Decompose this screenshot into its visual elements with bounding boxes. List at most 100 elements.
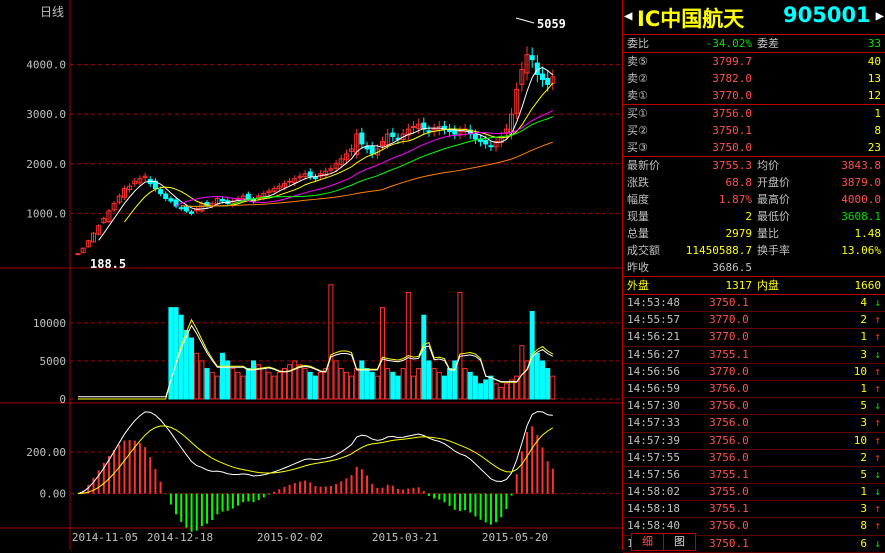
stat-value: 2979 — [725, 227, 753, 240]
ask-label: 卖① — [627, 89, 648, 102]
date-tick: 2014-12-18 — [147, 531, 213, 544]
waipan-row: 外盘 1317 内盘 1660 — [623, 277, 885, 295]
volume-bar — [540, 360, 546, 400]
volume-bar — [472, 375, 478, 400]
volume-bar — [503, 383, 509, 400]
volume-bar — [204, 368, 210, 400]
volume-bar — [235, 371, 241, 400]
ask-book: 卖⑤ 3799.7 40 卖② 3782.0 13 卖① 3770.0 12 — [623, 53, 885, 105]
volume-bar — [173, 307, 179, 400]
stat-label: 最新价 — [627, 159, 660, 172]
stat-value: 1.48 — [854, 227, 882, 240]
tick-time: 14:57:39 — [627, 433, 680, 447]
stat-row: 现量 2 最低价 3608.1 — [623, 208, 885, 225]
down-arrow-icon: ↓ — [874, 485, 881, 499]
tab-detail[interactable]: 细 — [631, 533, 664, 551]
tick-volume: 1 — [860, 381, 867, 395]
chart-grid — [0, 0, 622, 550]
tick-volume: 5 — [860, 467, 867, 481]
bid-book: 买① 3756.0 1 买② 3750.1 8 买③ 3750.0 23 — [623, 105, 885, 157]
weibi-row: 委比 -34.02% 委差 33 — [623, 35, 885, 53]
stat-label: 最低价 — [757, 210, 790, 223]
candle-body — [307, 171, 313, 177]
tick-list[interactable]: 14:53:48 3750.1 4 ↓ 14:55:57 3770.0 2 ↑ 14:56:21… — [623, 295, 885, 553]
volume-bar — [199, 360, 205, 400]
bid-row: 买① 3756.0 1 — [623, 105, 885, 122]
quote-title: ◀ IC中国航天 905001 ▶ — [623, 0, 885, 35]
tick-time: 14:57:30 — [627, 399, 680, 413]
price-tick: 1000.0 — [26, 207, 66, 220]
ask-volume: 12 — [867, 89, 881, 102]
prev-arrow-icon[interactable]: ◀ — [624, 8, 632, 24]
candle-body — [189, 211, 195, 214]
stat-label: 换手率 — [757, 244, 790, 257]
bid-price: 3756.0 — [712, 107, 752, 120]
candle-body — [545, 77, 551, 85]
tick-row: 14:56:59 3756.0 1 ↑ — [623, 381, 885, 399]
volume-bar — [359, 360, 365, 400]
quote-panel: ◀ IC中国航天 905001 ▶ 委比 -34.02% 委差 33 卖⑤ 379… — [622, 0, 885, 553]
date-tick: 2015-03-21 — [372, 531, 438, 544]
tab-chart[interactable]: 图 — [663, 533, 696, 551]
volume-bar — [250, 360, 256, 400]
bid-label: 买① — [627, 107, 648, 120]
stat-value: 2 — [745, 210, 752, 223]
volume-bar — [416, 368, 422, 400]
volume-bar — [421, 314, 427, 400]
next-arrow-icon[interactable]: ▶ — [876, 8, 884, 24]
waipan-label: 外盘 — [627, 279, 649, 292]
stat-label: 最高价 — [757, 193, 790, 206]
volume-bar — [338, 368, 344, 400]
stat-label: 昨收 — [627, 261, 649, 274]
tick-row: 14:55:57 3770.0 2 ↑ — [623, 312, 885, 330]
volume-bar — [457, 291, 463, 400]
volume-bar — [436, 371, 442, 400]
bid-volume: 8 — [874, 124, 881, 137]
tick-price: 3750.1 — [709, 296, 749, 309]
volume-bar — [493, 383, 499, 400]
candle-body — [426, 130, 432, 133]
volume-bar — [318, 371, 324, 400]
stat-label: 总量 — [627, 227, 649, 240]
tick-row: 14:57:55 3756.0 2 ↑ — [623, 450, 885, 467]
tick-volume: 4 — [860, 296, 867, 309]
down-arrow-icon: ↓ — [874, 467, 881, 481]
tick-row: 14:57:39 3756.0 10 ↑ — [623, 433, 885, 450]
volume-bar — [349, 375, 355, 400]
volume-bar — [281, 368, 287, 400]
candle-body — [287, 180, 293, 183]
tick-price: 3756.0 — [709, 381, 749, 395]
volume-bar — [194, 352, 200, 400]
volume-bar — [354, 368, 360, 400]
volume-bar — [189, 337, 195, 400]
candle-body — [529, 55, 535, 61]
stat-value: 3755.3 — [712, 159, 752, 172]
tick-price: 3755.1 — [709, 502, 749, 516]
volume-bar — [426, 360, 432, 400]
kline-chart[interactable]: 日线 4000.0 3000.0 2000.0 1000.0 10000 5000 0 200… — [0, 0, 622, 550]
volume-bar — [245, 368, 251, 400]
candle-body — [540, 73, 546, 80]
volume-bar — [364, 368, 370, 400]
candle-body — [483, 139, 489, 145]
tick-price: 3756.0 — [709, 399, 749, 413]
volume-bar — [534, 352, 540, 400]
weibi-label: 委比 — [627, 37, 649, 50]
tick-row: 14:57:33 3756.0 3 ↑ — [623, 415, 885, 433]
candle-body — [163, 193, 169, 200]
bid-label: 买② — [627, 124, 648, 137]
indicator-tick: 0.00 — [40, 488, 67, 501]
tick-price: 3770.0 — [709, 313, 749, 327]
candle-body — [183, 206, 189, 212]
tick-volume: 10 — [853, 433, 867, 447]
candles — [75, 46, 556, 256]
high-label: 5059 — [537, 17, 566, 31]
candle-body — [220, 199, 226, 202]
tick-price: 3770.0 — [709, 330, 749, 344]
volume-bar — [467, 371, 473, 400]
up-arrow-icon: ↑ — [874, 330, 881, 344]
tick-time: 14:55:57 — [627, 313, 680, 327]
tick-price: 3755.1 — [709, 347, 749, 361]
volume-bars — [78, 284, 556, 400]
tick-time: 14:58:18 — [627, 502, 680, 516]
